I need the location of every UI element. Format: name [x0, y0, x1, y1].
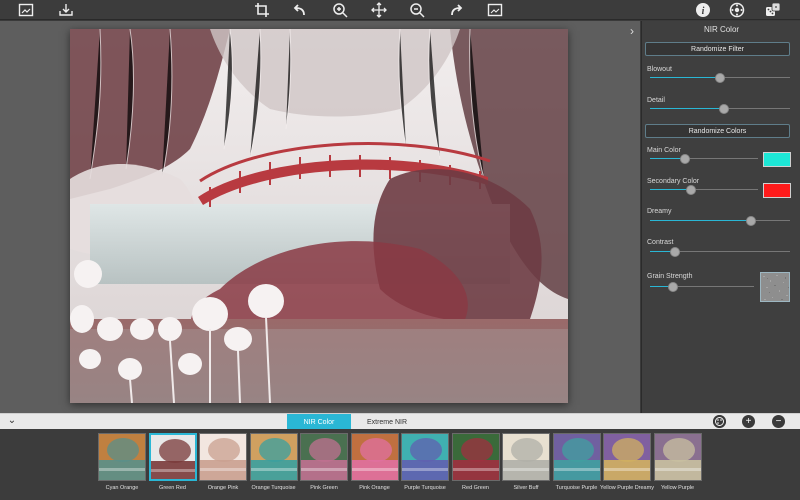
adjustments-panel: NIR Color Randomize Filter Blowout Detai… — [641, 21, 800, 413]
dreamy-label: Dreamy — [647, 208, 672, 215]
main-color-swatch[interactable] — [763, 152, 791, 167]
preset-name: Turquoise Purple — [555, 485, 598, 491]
main-color-label: Main Color — [647, 147, 681, 154]
slider-knob[interactable] — [686, 185, 697, 195]
fit-image-icon[interactable] — [486, 1, 504, 19]
slider-knob[interactable] — [670, 247, 681, 257]
chevron-down-icon[interactable]: ⌄ — [6, 415, 18, 429]
preset-thumbnail[interactable]: Turquoise Purple — [552, 433, 601, 497]
preset-thumbnail[interactable]: Orange Turquoise — [249, 433, 298, 497]
remove-icon[interactable]: − — [772, 415, 785, 428]
photo-preview[interactable] — [70, 29, 568, 403]
preset-thumbnail[interactable]: Orange Pink — [199, 433, 247, 497]
undo-icon[interactable] — [291, 1, 309, 19]
randomize-filter-button[interactable]: Randomize Filter — [645, 42, 790, 56]
preset-preview-image — [653, 433, 702, 481]
preset-preview-image — [552, 433, 601, 481]
slider-knob[interactable] — [715, 73, 725, 83]
redo-icon[interactable] — [447, 1, 465, 19]
preset-preview-image — [199, 433, 247, 481]
tab-extreme-nir[interactable]: Extreme NIR — [354, 414, 420, 430]
import-icon[interactable] — [57, 1, 75, 19]
slider-knob[interactable] — [679, 154, 690, 164]
zoom-out-icon[interactable] — [408, 1, 426, 19]
dice-icon[interactable] — [764, 1, 782, 19]
preset-preview-image — [401, 433, 449, 481]
palette-icon[interactable] — [713, 415, 726, 428]
canvas-area — [0, 21, 640, 413]
preset-preview-image — [148, 433, 197, 481]
panel-collapse-chevron-icon[interactable]: › — [626, 24, 638, 38]
preset-preview-image — [451, 433, 500, 481]
preset-name: Purple Turquoise — [404, 485, 446, 491]
preset-name: Orange Pink — [207, 485, 239, 491]
slider-knob[interactable] — [745, 216, 756, 226]
preset-filmstrip: Cyan Orange Green Red Orange Pink Orange Tu… — [0, 429, 800, 500]
contrast-label: Contrast — [647, 239, 674, 246]
grain-texture-swatch[interactable] — [760, 272, 790, 302]
preset-thumbnail[interactable]: Green Red — [148, 433, 197, 497]
preset-name: Silver Buff — [513, 485, 539, 491]
move-icon[interactable] — [370, 1, 388, 19]
preset-preview-image — [350, 433, 399, 481]
svg-text:i: i — [702, 6, 705, 17]
blowout-label: Blowout — [647, 66, 672, 73]
grain-strength-label: Grain Strength — [647, 273, 693, 280]
preset-thumbnail[interactable]: Cyan Orange — [98, 433, 146, 497]
preset-preview-image — [502, 433, 550, 481]
preset-preview-image — [603, 433, 651, 481]
detail-slider[interactable] — [650, 104, 790, 114]
preset-thumbnail[interactable]: Yellow Purple Dreamy — [600, 433, 654, 497]
main-color-slider[interactable] — [650, 154, 758, 164]
add-icon[interactable]: + — [742, 415, 755, 428]
preset-bar: ⌄ NIR Color Extreme NIR + − — [0, 413, 800, 430]
preset-name: Red Green — [462, 485, 489, 491]
preset-thumbnail[interactable]: Yellow Purple — [653, 433, 702, 497]
image-frame-icon[interactable] — [17, 1, 35, 19]
app-window: i › NIR Color Randomize Filter Blowout D… — [0, 0, 800, 500]
info-icon[interactable]: i — [694, 1, 712, 19]
grain-strength-slider[interactable] — [650, 282, 754, 292]
preset-preview-image — [300, 433, 348, 481]
contrast-slider[interactable] — [650, 247, 790, 257]
secondary-color-slider[interactable] — [650, 185, 758, 195]
preset-preview-image — [249, 433, 298, 481]
preset-preview-image — [98, 433, 146, 481]
preset-name: Pink Orange — [359, 485, 390, 491]
secondary-color-label: Secondary Color — [647, 178, 700, 185]
toolbar: i — [0, 0, 800, 20]
zoom-in-icon[interactable] — [331, 1, 349, 19]
preset-name: Yellow Purple — [660, 485, 695, 491]
crop-icon[interactable] — [253, 1, 271, 19]
preset-name: Cyan Orange — [105, 485, 139, 491]
dreamy-slider[interactable] — [650, 216, 790, 226]
preset-thumbnail[interactable]: Pink Green — [300, 433, 348, 497]
preset-name: Orange Turquoise — [251, 485, 296, 491]
preset-thumbnail[interactable]: Pink Orange — [350, 433, 399, 497]
preset-thumbnail[interactable]: Silver Buff — [502, 433, 550, 497]
randomize-colors-button[interactable]: Randomize Colors — [645, 124, 790, 138]
settings-icon[interactable] — [728, 1, 746, 19]
panel-title: NIR Color — [703, 25, 740, 34]
preset-thumbnail[interactable]: Red Green — [451, 433, 500, 497]
preset-name: Pink Green — [310, 485, 338, 491]
detail-label: Detail — [647, 97, 665, 104]
preset-name: Yellow Purple Dreamy — [600, 485, 654, 491]
preset-name: Green Red — [159, 485, 186, 491]
blowout-slider[interactable] — [650, 73, 790, 83]
tab-nir-color[interactable]: NIR Color — [287, 414, 351, 430]
preset-thumbnail[interactable]: Purple Turquoise — [401, 433, 449, 497]
slider-knob[interactable] — [719, 104, 730, 114]
secondary-color-swatch[interactable] — [763, 183, 791, 198]
slider-knob[interactable] — [667, 282, 678, 292]
